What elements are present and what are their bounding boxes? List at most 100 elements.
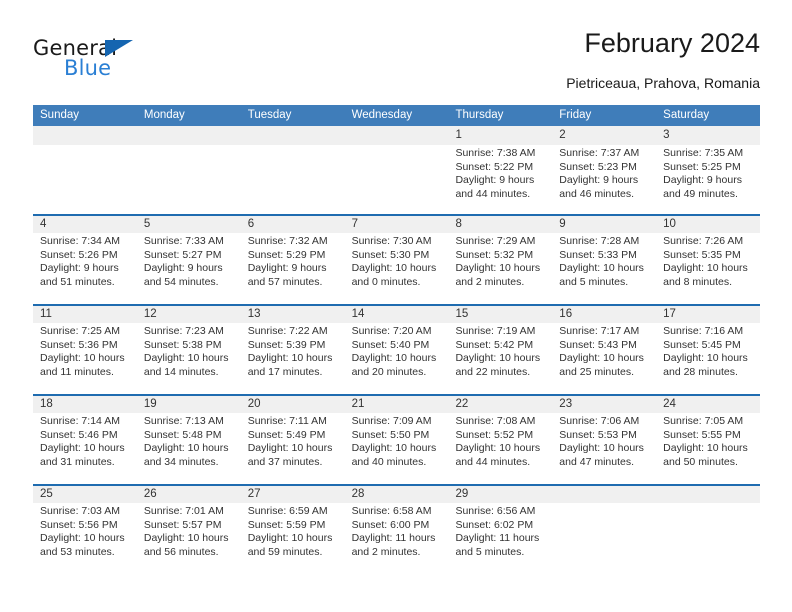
day-info-line: Sunset: 5:29 PM <box>247 248 326 261</box>
day-info-line: Sunset: 5:38 PM <box>143 338 222 351</box>
day-cell[interactable]: Sunrise: 7:19 AM Sunset: 5:42 PM Daylight:… <box>448 323 552 394</box>
day-number-empty <box>137 126 241 145</box>
day-cell[interactable]: Sunrise: 7:06 AM Sunset: 5:53 PM Daylight:… <box>552 413 656 484</box>
day-info-line: and 37 minutes. <box>247 455 323 468</box>
day-cell[interactable]: Sunrise: 7:38 AM Sunset: 5:22 PM Daylight:… <box>448 145 552 214</box>
weekday-header-thursday: Thursday <box>455 109 504 121</box>
calendar-week-row: 25 26 27 28 29 Sunrise: 7:03 AM Sunset: 5:56 P… <box>33 484 760 574</box>
calendar-week-row: 18 19 20 21 22 23 24 Sunrise: 7:14 AM Sunset: 5:… <box>33 394 760 484</box>
day-cell[interactable]: Sunrise: 7:32 AM Sunset: 5:29 PM Daylight:… <box>241 233 345 304</box>
day-info-line: Sunrise: 7:23 AM <box>143 325 224 337</box>
page-subtitle: Pietriceaua, Prahova, Romania <box>566 75 760 91</box>
calendar-weeks: 1 2 3 Sunrise: 7:38 AM Sunset: 5:22 PM Daylig… <box>33 126 760 574</box>
day-cell[interactable]: Sunrise: 7:16 AM Sunset: 5:45 PM Daylight:… <box>656 323 760 394</box>
day-cell[interactable]: Sunrise: 7:05 AM Sunset: 5:55 PM Daylight:… <box>656 413 760 484</box>
day-cell[interactable]: Sunrise: 7:26 AM Sunset: 5:35 PM Daylight:… <box>656 233 760 304</box>
day-cell[interactable]: Sunrise: 7:14 AM Sunset: 5:46 PM Daylight:… <box>33 413 137 484</box>
day-info-line: Sunset: 5:43 PM <box>559 338 637 351</box>
day-info-line: Daylight: 10 hours <box>40 442 125 455</box>
day-info-line: Daylight: 10 hours <box>143 352 229 365</box>
day-cell[interactable]: Sunrise: 7:17 AM Sunset: 5:43 PM Daylight:… <box>552 323 656 394</box>
day-number[interactable]: 9 <box>552 216 656 233</box>
day-info-line: Daylight: 10 hours <box>143 442 229 455</box>
day-cell[interactable]: Sunrise: 7:34 AM Sunset: 5:26 PM Daylight:… <box>33 233 137 304</box>
day-cell[interactable]: Sunrise: 7:37 AM Sunset: 5:23 PM Daylight:… <box>552 145 656 214</box>
day-info-line: Sunrise: 7:13 AM <box>143 415 224 427</box>
day-cell[interactable]: Sunrise: 6:59 AM Sunset: 5:59 PM Daylight:… <box>241 503 345 574</box>
day-number[interactable]: 2 <box>552 126 656 145</box>
day-number[interactable]: 23 <box>552 396 656 413</box>
day-info-line: Sunset: 5:55 PM <box>663 428 741 441</box>
week-detail-band: Sunrise: 7:38 AM Sunset: 5:22 PM Daylight:… <box>33 145 760 214</box>
day-cell[interactable]: Sunrise: 7:09 AM Sunset: 5:50 PM Daylight:… <box>345 413 449 484</box>
day-info-line: and 51 minutes. <box>40 275 115 288</box>
day-number[interactable]: 17 <box>656 306 760 323</box>
day-info-line: and 34 minutes. <box>143 455 219 468</box>
day-number[interactable]: 16 <box>552 306 656 323</box>
day-info-line: Sunrise: 7:20 AM <box>351 325 432 337</box>
day-info-line: Sunset: 5:35 PM <box>663 248 741 261</box>
day-number[interactable]: 21 <box>345 396 449 413</box>
day-info-line: Daylight: 10 hours <box>351 442 437 455</box>
day-cell[interactable]: Sunrise: 7:35 AM Sunset: 5:25 PM Daylight:… <box>656 145 760 214</box>
day-cell[interactable]: Sunrise: 7:01 AM Sunset: 5:57 PM Daylight:… <box>137 503 241 574</box>
day-info-line: Daylight: 10 hours <box>455 442 541 455</box>
weekday-header-sunday: Sunday <box>40 109 80 121</box>
day-number[interactable]: 18 <box>33 396 137 413</box>
day-number[interactable]: 24 <box>656 396 760 413</box>
day-cell[interactable]: Sunrise: 7:08 AM Sunset: 5:52 PM Daylight:… <box>448 413 552 484</box>
day-number[interactable]: 14 <box>345 306 449 323</box>
day-cell[interactable]: Sunrise: 7:13 AM Sunset: 5:48 PM Daylight:… <box>137 413 241 484</box>
day-info-line: Daylight: 11 hours <box>455 532 540 545</box>
day-info-line: and 46 minutes. <box>559 187 635 200</box>
day-cell[interactable]: Sunrise: 7:33 AM Sunset: 5:27 PM Daylight:… <box>137 233 241 304</box>
day-cell[interactable]: Sunrise: 6:56 AM Sunset: 6:02 PM Daylight:… <box>448 503 552 574</box>
day-number[interactable]: 13 <box>241 306 345 323</box>
week-daynumber-band: 11 12 13 14 15 16 17 <box>33 304 760 323</box>
day-number[interactable]: 11 <box>33 306 137 323</box>
day-number-empty <box>33 126 137 145</box>
day-info-line: and 44 minutes. <box>455 187 531 200</box>
day-cell[interactable]: Sunrise: 7:23 AM Sunset: 5:38 PM Daylight:… <box>137 323 241 394</box>
day-number[interactable]: 15 <box>448 306 552 323</box>
weekday-header-saturday: Saturday <box>663 109 710 121</box>
day-info-line: and 28 minutes. <box>663 365 738 378</box>
day-number[interactable]: 20 <box>241 396 345 413</box>
calendar-page: General Blue February 2024 Pietriceaua, … <box>0 0 792 612</box>
day-info-line: and 25 minutes. <box>559 365 635 378</box>
day-info-line: and 53 minutes. <box>40 545 115 558</box>
day-number[interactable]: 25 <box>33 486 137 503</box>
day-cell[interactable]: Sunrise: 7:22 AM Sunset: 5:39 PM Daylight:… <box>241 323 345 394</box>
day-cell[interactable]: Sunrise: 6:58 AM Sunset: 6:00 PM Daylight:… <box>345 503 449 574</box>
day-number[interactable]: 10 <box>656 216 760 233</box>
day-number[interactable]: 22 <box>448 396 552 413</box>
day-number[interactable]: 27 <box>241 486 345 503</box>
general-blue-logo[interactable]: General Blue <box>33 36 233 88</box>
day-cell[interactable]: Sunrise: 7:25 AM Sunset: 5:36 PM Daylight:… <box>33 323 137 394</box>
day-cell[interactable]: Sunrise: 7:29 AM Sunset: 5:32 PM Daylight:… <box>448 233 552 304</box>
day-number[interactable]: 8 <box>448 216 552 233</box>
day-cell[interactable]: Sunrise: 7:03 AM Sunset: 5:56 PM Daylight:… <box>33 503 137 574</box>
day-number[interactable]: 26 <box>137 486 241 503</box>
logo-triangle-icon <box>105 40 133 57</box>
day-info-line: Sunset: 5:22 PM <box>455 160 534 173</box>
day-cell[interactable]: Sunrise: 7:30 AM Sunset: 5:30 PM Daylight:… <box>345 233 449 304</box>
day-cell[interactable]: Sunrise: 7:20 AM Sunset: 5:40 PM Daylight:… <box>345 323 449 394</box>
day-number[interactable]: 7 <box>345 216 449 233</box>
day-cell[interactable]: Sunrise: 7:11 AM Sunset: 5:49 PM Daylight:… <box>241 413 345 484</box>
day-info-line: Sunset: 5:36 PM <box>40 338 118 351</box>
day-info-line: and 31 minutes. <box>40 455 115 468</box>
day-number[interactable]: 1 <box>448 126 552 145</box>
day-number[interactable]: 12 <box>137 306 241 323</box>
day-cell[interactable]: Sunrise: 7:28 AM Sunset: 5:33 PM Daylight:… <box>552 233 656 304</box>
day-number[interactable]: 29 <box>448 486 552 503</box>
day-info-line: and 50 minutes. <box>663 455 738 468</box>
day-number[interactable]: 4 <box>33 216 137 233</box>
day-number[interactable]: 6 <box>241 216 345 233</box>
day-cell-empty <box>241 145 345 214</box>
day-number[interactable]: 3 <box>656 126 760 145</box>
day-cell-empty <box>33 145 137 214</box>
day-number[interactable]: 19 <box>137 396 241 413</box>
day-number[interactable]: 28 <box>345 486 449 503</box>
day-number[interactable]: 5 <box>137 216 241 233</box>
